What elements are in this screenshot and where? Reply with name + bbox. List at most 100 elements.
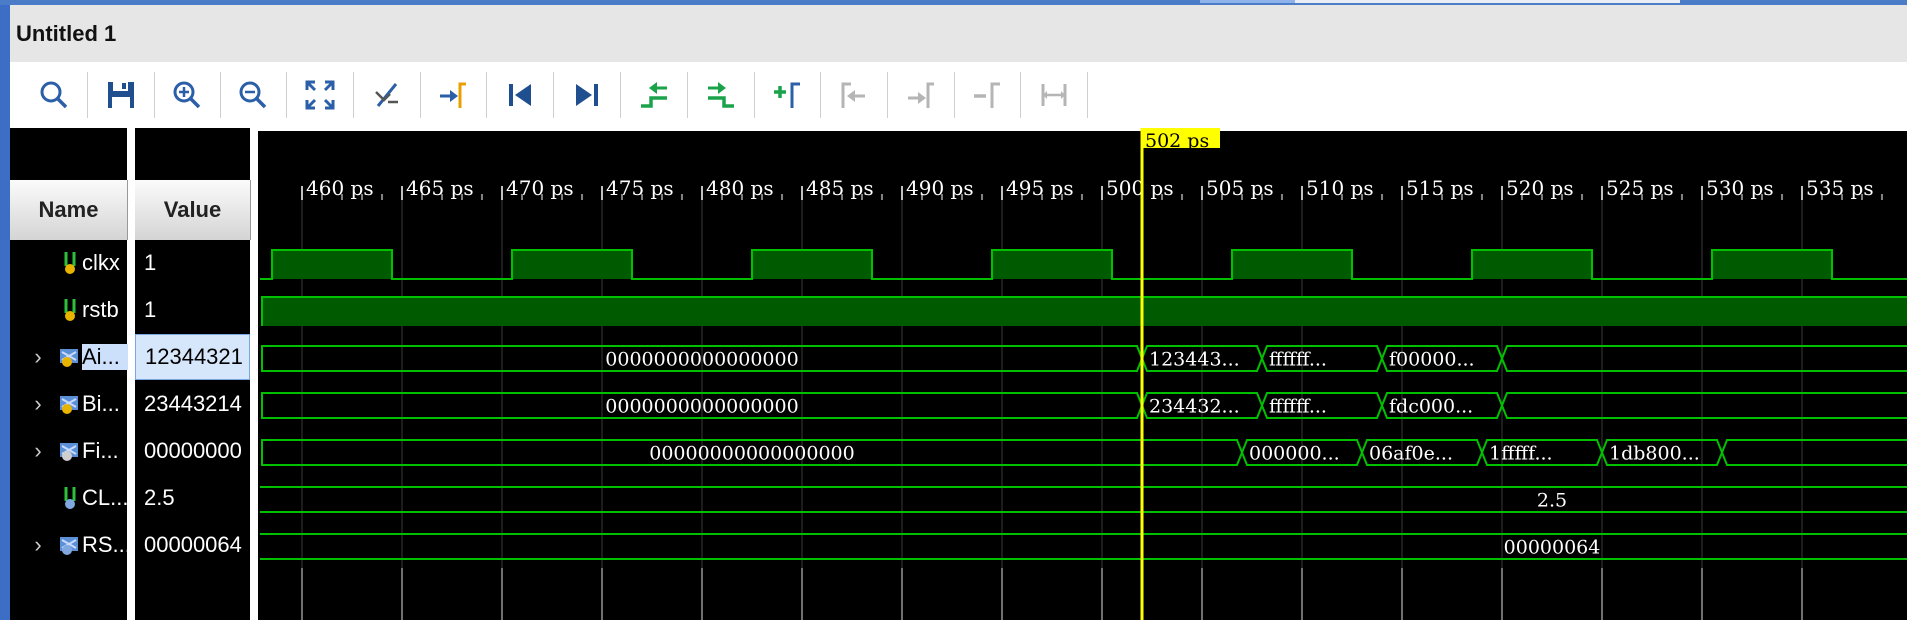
time-tick-label: 515 ps — [1406, 176, 1474, 200]
expand-chevron-icon[interactable]: › — [28, 344, 48, 370]
next-marker-icon — [908, 82, 934, 108]
signal-row-name[interactable]: CL... — [10, 475, 128, 521]
tab-strip-segment — [1295, 0, 1680, 3]
toolbar-separator — [420, 72, 421, 118]
previous-transition-icon — [641, 82, 667, 108]
signal-value: 00000064 — [144, 532, 242, 557]
signal-row-name[interactable]: › RS... — [10, 522, 128, 568]
time-tick-label: 475 ps — [606, 176, 674, 200]
rstb-high-region — [262, 297, 1907, 326]
signal-row-name[interactable]: › Ai... — [10, 334, 128, 380]
cursor-snap-icon — [375, 83, 398, 107]
zoom-fit-icon — [305, 80, 335, 110]
save-icon — [108, 82, 134, 108]
ai-bus-segment — [1500, 345, 1907, 372]
add-marker-button[interactable] — [762, 70, 812, 120]
time-tick-label: 485 ps — [806, 176, 874, 200]
go-to-time-zero-button[interactable] — [495, 70, 545, 120]
toolbar-separator — [1087, 72, 1088, 118]
expand-chevron-icon[interactable]: › — [28, 391, 48, 417]
signal-row-name[interactable]: clkx — [10, 240, 127, 286]
constant-bus-icon — [60, 537, 78, 555]
tab-strip-segment — [1200, 0, 1295, 3]
signal-row-name[interactable]: rstb — [10, 287, 127, 333]
time-tick-label: 505 ps — [1206, 176, 1274, 200]
signal-row-name[interactable]: › Bi... — [10, 381, 127, 427]
expand-chevron-icon[interactable]: › — [28, 532, 48, 558]
previous-transition-button[interactable] — [629, 70, 679, 120]
fi-bus-value-label: 000000... — [1249, 443, 1340, 465]
cl-constant-waveform — [260, 486, 1907, 513]
fi-bus-value-label: 1db800... — [1609, 443, 1700, 465]
signal-value: 1 — [144, 297, 157, 322]
time-tick-label: 495 ps — [1006, 176, 1074, 200]
go-to-end-icon — [576, 84, 598, 106]
column-divider[interactable] — [250, 128, 258, 620]
rs-value-label: 00000064 — [1504, 537, 1601, 559]
window-title: Untitled 1 — [16, 21, 117, 46]
bus-signal-icon — [60, 349, 78, 367]
bi-bus-value-label: 234432... — [1149, 396, 1240, 418]
toolbar-separator — [887, 72, 888, 118]
ai-bus-value-label: ffffff... — [1269, 349, 1327, 371]
bus-signal-icon — [60, 443, 78, 461]
expand-chevron-icon[interactable]: › — [28, 438, 48, 464]
search-button[interactable] — [29, 70, 79, 120]
delete-marker-button[interactable] — [962, 70, 1012, 120]
toolbar-separator — [620, 72, 621, 118]
add-marker-icon — [774, 82, 800, 108]
time-tick-label: 460 ps — [306, 176, 374, 200]
column-divider[interactable] — [127, 128, 135, 620]
zoom-in-button[interactable] — [162, 70, 212, 120]
name-column-header[interactable]: Name — [10, 180, 128, 240]
clock-high-pulse — [272, 250, 392, 279]
save-button[interactable] — [96, 70, 146, 120]
go-to-last-time-button[interactable] — [562, 70, 612, 120]
time-tick-label: 480 ps — [706, 176, 774, 200]
swap-cursors-button[interactable] — [1029, 70, 1079, 120]
toolbar-separator — [687, 72, 688, 118]
clock-high-pulse — [1232, 250, 1352, 279]
next-transition-icon — [708, 82, 734, 108]
cursor-snap-button[interactable] — [362, 70, 412, 120]
fi-bus-segment — [1720, 439, 1907, 466]
toolbar — [0, 62, 1907, 128]
next-marker-button[interactable] — [896, 70, 946, 120]
signal-value: 2.5 — [144, 485, 175, 510]
time-tick-label: 520 ps — [1506, 176, 1574, 200]
signal-value: 1 — [144, 250, 157, 275]
search-icon — [40, 81, 68, 109]
ai-bus-value-label: 123443... — [1149, 349, 1240, 371]
zoom-out-button[interactable] — [228, 70, 278, 120]
time-tick-label: 465 ps — [406, 176, 474, 200]
title-bar: Untitled 1 — [0, 5, 1907, 62]
next-transition-button[interactable] — [696, 70, 746, 120]
signal-value: 00000000 — [144, 438, 242, 463]
clock-high-pulse — [1712, 250, 1832, 279]
clock-high-pulse — [752, 250, 872, 279]
toolbar-separator — [820, 72, 821, 118]
bit-signal-icon — [64, 252, 76, 274]
time-tick-label: 500 ps — [1106, 176, 1174, 200]
previous-marker-button[interactable] — [829, 70, 879, 120]
toolbar-separator — [353, 72, 354, 118]
waveform-canvas[interactable]: 460 ps 465 ps 470 ps 475 ps 480 ps 485 ps 490 … — [260, 128, 1907, 620]
signal-value: 23443214 — [144, 391, 242, 416]
signal-value: 12344321 — [135, 334, 250, 380]
toolbar-separator — [87, 72, 88, 118]
ai-bus-value-label: 0000000000000000 — [605, 349, 798, 371]
go-to-cursor-button[interactable] — [428, 70, 478, 120]
signal-row-name[interactable]: › Fi... — [10, 428, 127, 474]
waveform-svg[interactable]: 460 ps 465 ps 470 ps 475 ps 480 ps 485 ps 490 … — [260, 128, 1907, 620]
ai-bus-value-label: f00000... — [1389, 349, 1475, 371]
bit-signal-icon — [64, 299, 76, 321]
go-to-cursor-icon — [440, 82, 466, 108]
zoom-fit-button[interactable] — [295, 70, 345, 120]
value-column-header[interactable]: Value — [135, 180, 251, 240]
fi-bus-value-label: 00000000000000000 — [649, 443, 855, 465]
time-tick-label: 535 ps — [1806, 176, 1874, 200]
fi-bus-value-label: 1fffff... — [1489, 443, 1553, 465]
toolbar-separator — [954, 72, 955, 118]
toolbar-separator — [220, 72, 221, 118]
clock-high-pulse — [1472, 250, 1592, 279]
